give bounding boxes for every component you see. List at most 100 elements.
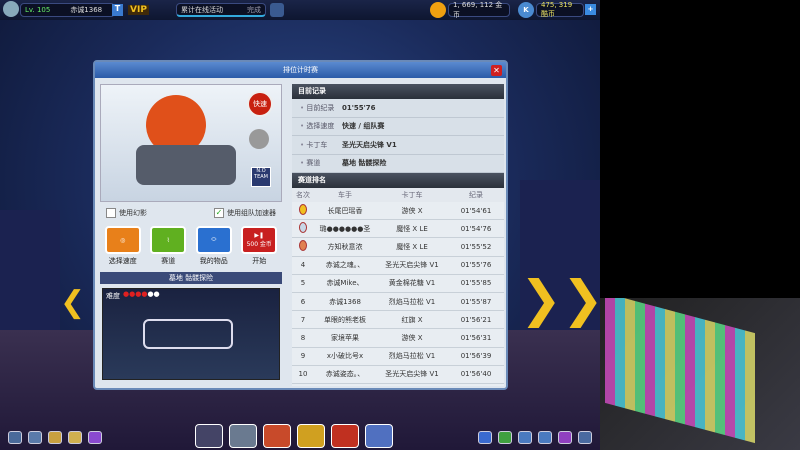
time: 01'54'76 [460,224,492,233]
mail-icon[interactable] [478,431,492,444]
use-shadow-checkbox[interactable]: 使用幻影 [106,208,147,224]
bottom-toolbar [195,424,393,448]
rank: 9 [300,352,306,361]
title-icon[interactable]: T [112,4,123,16]
time: 01'55'52 [460,242,492,251]
building-icon[interactable] [365,424,393,448]
driver: 赤诚Mike、 [326,279,364,288]
driver: x小破比号x [326,352,364,361]
top-bar: Lv. 105 赤诚1368 T VIP 累计在线活动 完成 1, 669, 1… [0,0,600,20]
track-map: 难度 ●●●●●● [102,288,280,380]
record-value: 圣光天启尖锋 V1 [342,140,397,149]
record-value: 快速 / 组队赛 [342,122,385,131]
avatar[interactable] [3,1,19,17]
table-row[interactable]: 6 赤诚1368 烈焰马拉松 V1 01'55'87 [292,293,504,312]
action-label: 赛道 [161,257,176,265]
kart: 圣光天启尖锋 V1 [385,261,439,270]
col-driver: 车手 [338,191,352,199]
kart: 魔怪 X LE [396,224,428,233]
rank: 4 [300,261,306,270]
start-button[interactable]: ▶❚ 500 金币 开始 [238,226,280,266]
time: 01'55'76 [460,261,492,270]
player-name: 赤诚1368 [70,6,103,14]
driver: 璐●●●●●●圣 [319,224,371,233]
gold-coin-icon [430,2,446,18]
fast-mode-button[interactable]: 快速 [247,91,273,117]
silver-medal-icon [299,222,307,234]
kart-garage-icon[interactable] [195,424,223,448]
toolbox-icon[interactable] [331,424,359,448]
track-name-bar: 墓地 骷髅探险 [100,272,282,284]
table-row[interactable]: 9 x小破比号x 烈焰马拉松 V1 01'56'39 [292,348,504,366]
ranked-time-trial-dialog: 排位计时赛 ✕ 快速 N.O TEAM 使用幻影 ✓ 使用组队加速器 ◎ 选择速度 … [93,60,508,390]
record-row: 选择速度快速 / 组队赛 [292,117,504,136]
rank: 5 [300,279,306,288]
track-button[interactable]: ⌇ 赛道 [147,226,189,266]
notes-icon[interactable] [68,431,82,444]
time: 01'56'39 [460,352,492,361]
kart: 烈焰马拉松 V1 [388,297,436,306]
menu-icon[interactable] [8,431,22,444]
webcam-keyboard-overlay [600,298,800,450]
start-cost: 500 金币 [246,241,272,248]
table-row[interactable]: 5 赤诚Mike、 黄金棉花糖 V1 01'55'85 [292,275,504,293]
bag-icon[interactable] [48,431,62,444]
chat-icon[interactable] [538,431,552,444]
home-icon[interactable] [28,431,42,444]
right-panel: 目前记录 目前纪录01'55'76选择速度快速 / 组队赛卡丁车圣光天启尖锋 V… [292,84,504,386]
current-record-header: 目前记录 [292,84,504,99]
items-icon: ⬭ [195,226,232,254]
settings-knob-icon[interactable] [249,129,269,149]
driver: 赤诚之魂｡、 [325,261,365,270]
time: 01'55'87 [460,297,492,306]
kart-image [136,145,236,185]
table-row[interactable]: 8 家境苹果 游侠 X 01'56'31 [292,329,504,348]
table-row[interactable]: 长尾巴瑶香 游侠 X 01'54'61 [292,202,504,221]
checkbox-label: 使用组队加速器 [227,209,276,217]
record-row: 赛道墓地 骷髅探险 [292,154,504,173]
shop-icon[interactable] [263,424,291,448]
kart: 魔怪 X LE [396,242,428,251]
search-icon[interactable] [558,431,572,444]
help-icon[interactable] [88,431,102,444]
kcoin-amount: 475, 319 酷币 [536,1,584,18]
close-button[interactable]: ✕ [491,65,502,76]
time: 01'56'31 [460,333,492,342]
market-icon[interactable] [297,424,325,448]
clock-icon[interactable] [270,3,284,17]
ranking-column-headers: 名次 车手 卡丁车 纪录 [292,188,504,202]
table-row[interactable]: 7 单眼的熊老板 红旗 X 01'56'21 [292,311,504,330]
alert-icon[interactable] [498,431,512,444]
use-team-boost-checkbox[interactable]: ✓ 使用组队加速器 [214,208,276,224]
table-row[interactable]: 4 赤诚之魂｡、 圣光天启尖锋 V1 01'55'76 [292,257,504,275]
checkbox-label: 使用幻影 [119,209,147,217]
team-badge: N.O TEAM [251,167,271,187]
select-speed-button[interactable]: ◎ 选择速度 [102,226,144,266]
speedometer-menu-icon[interactable] [229,424,257,448]
bronze-medal-icon [299,240,307,252]
character-preview: 快速 N.O TEAM [100,84,282,202]
rank: 7 [300,315,306,324]
gold-amount: 1, 669, 112 金币 [448,1,510,19]
driver: 家境苹果 [331,333,359,342]
table-row[interactable]: 璐●●●●●●圣 魔怪 X LE 01'54'76 [292,220,504,239]
vip-badge[interactable]: VIP [128,5,149,15]
table-row[interactable]: 10 赤诚姿态｡、 圣光天启尖锋 V1 01'56'40 [292,366,504,384]
track-outline [143,319,233,349]
record-row: 目前纪录01'55'76 [292,99,504,118]
driver: 赤诚姿态｡、 [325,370,365,379]
track-icon: ⌇ [150,226,187,254]
add-kcoin-button[interactable]: + [585,4,596,15]
kart: 烈焰马拉松 V1 [388,352,436,361]
friends-icon[interactable] [518,431,532,444]
record-value: 01'55'76 [342,103,376,112]
record-key: 赛道 [300,158,342,168]
table-row[interactable]: 方知秋意浓 魔怪 X LE 01'55'52 [292,238,504,257]
difficulty-stars: ●●●●●● [123,290,160,298]
kart: 红旗 X [401,315,423,324]
difficulty-label: 难度 [106,292,120,300]
my-items-button[interactable]: ⬭ 我的物品 [193,226,235,266]
gear-icon[interactable] [578,431,592,444]
event-progress[interactable]: 累计在线活动 完成 [176,3,266,17]
col-time: 纪录 [469,191,483,199]
